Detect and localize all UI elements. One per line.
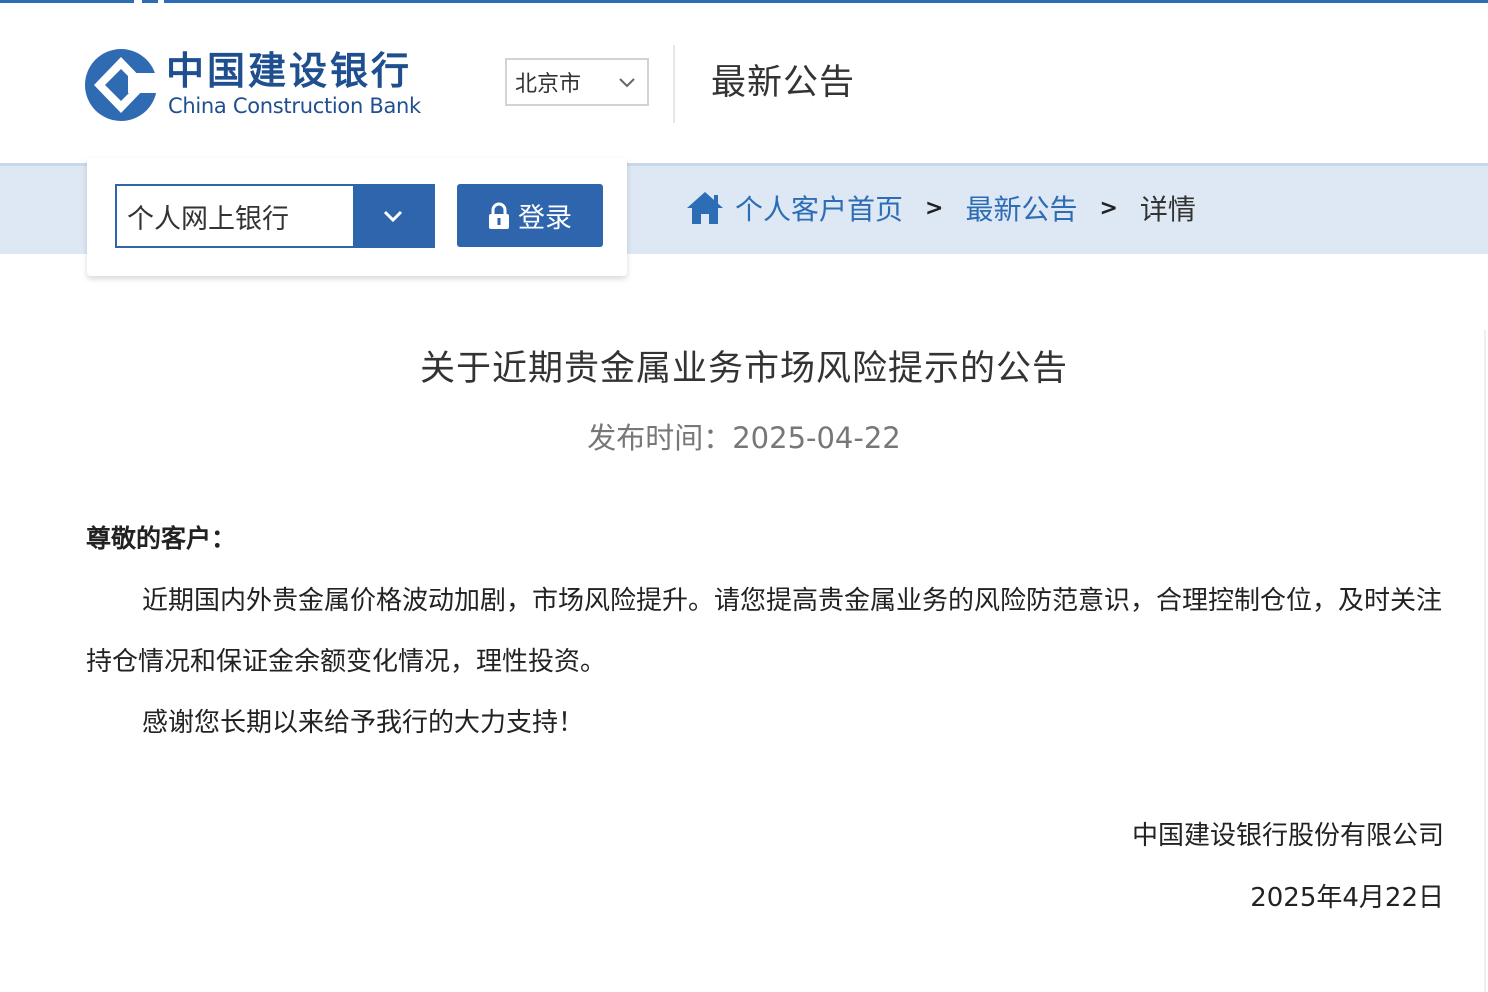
notice-title: 关于近期贵金属业务市场风险提示的公告 bbox=[419, 349, 1068, 389]
city-select[interactable]: 北京市 bbox=[505, 58, 649, 106]
login-panel: 个人网上银行 登录 bbox=[87, 158, 627, 276]
breadcrumb-current: 详情 bbox=[1139, 193, 1196, 226]
ccb-logo-icon bbox=[85, 49, 158, 121]
signature-date: 2025年4月22日 bbox=[1250, 883, 1444, 913]
header-divider bbox=[673, 45, 675, 123]
notice-publish-date: 发布时间：2025-04-22 bbox=[587, 421, 901, 455]
online-banking-select-value: 个人网上银行 bbox=[127, 203, 289, 235]
notice-paragraph: 近期国内外贵金属价格波动加剧，市场风险提升。请您提高贵金属业务的风险防范意识，合… bbox=[86, 586, 1443, 677]
lock-icon bbox=[489, 202, 509, 229]
notice-salutation: 尊敬的客户： bbox=[86, 524, 237, 553]
notice-paragraph: 感谢您长期以来给予我行的大力支持！ bbox=[142, 708, 585, 738]
chevron-down-icon bbox=[619, 78, 635, 88]
page-edge-line bbox=[1484, 330, 1486, 992]
site-header: 中国建设银行 China Construction Bank 北京市 最新公告 bbox=[0, 3, 1488, 163]
chevron-down-icon bbox=[383, 210, 403, 223]
logo-english-name: China Construction Bank bbox=[168, 94, 421, 118]
breadcrumb-separator: > bbox=[1099, 195, 1118, 221]
home-icon[interactable] bbox=[685, 190, 725, 226]
online-banking-dropdown-toggle[interactable] bbox=[353, 186, 433, 246]
bank-logo[interactable]: 中国建设银行 China Construction Bank bbox=[84, 47, 484, 127]
breadcrumb: 个人客户首页 > 最新公告 > 详情 bbox=[685, 188, 1196, 228]
signature-company: 中国建设银行股份有限公司 bbox=[1131, 821, 1444, 851]
page-title: 最新公告 bbox=[711, 63, 856, 103]
breadcrumb-separator: > bbox=[925, 195, 944, 221]
online-banking-select[interactable]: 个人网上银行 bbox=[115, 184, 435, 248]
logo-chinese-name: 中国建设银行 bbox=[166, 49, 413, 93]
login-button[interactable]: 登录 bbox=[457, 184, 603, 247]
breadcrumb-home-link[interactable]: 个人客户首页 bbox=[735, 188, 903, 228]
login-button-label: 登录 bbox=[518, 203, 572, 234]
breadcrumb-section-link[interactable]: 最新公告 bbox=[965, 188, 1077, 228]
city-select-value: 北京市 bbox=[515, 72, 582, 97]
